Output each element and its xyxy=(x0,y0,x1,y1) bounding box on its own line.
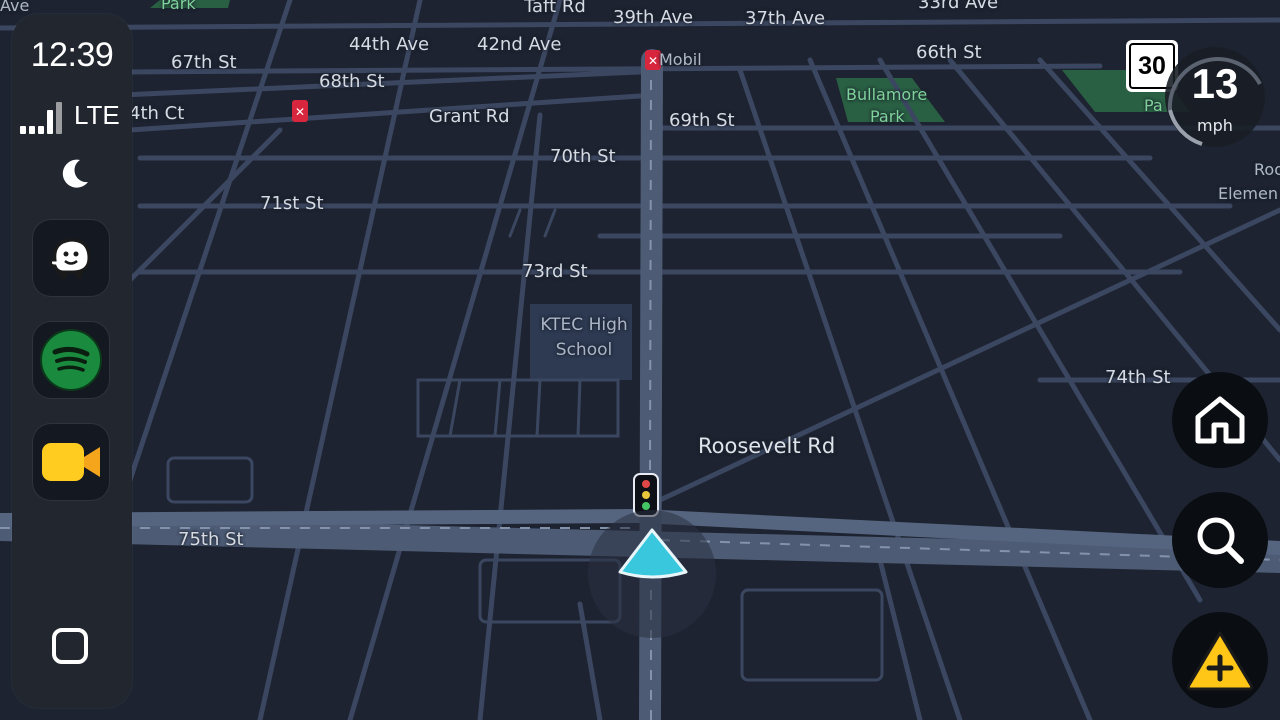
map-label: Bullamore xyxy=(846,85,928,104)
map-label: School xyxy=(555,340,613,360)
map-label: 73rd St xyxy=(522,261,588,282)
current-location-arrow-icon xyxy=(588,510,716,638)
map-label: 68th St xyxy=(319,71,385,92)
video-app-button[interactable] xyxy=(33,424,109,500)
map-label: 74th St xyxy=(1105,367,1171,388)
map-label: 4th Ct xyxy=(129,103,185,124)
map-label: Grant Rd xyxy=(429,106,510,127)
moon-icon[interactable] xyxy=(54,154,94,194)
map-label: 44th Ave xyxy=(349,34,430,55)
map-label: 69th St xyxy=(669,110,735,131)
search-button[interactable] xyxy=(1172,492,1268,588)
spotify-app-button[interactable] xyxy=(33,322,109,398)
map-label: Ave xyxy=(0,0,30,15)
map-view[interactable]: ✕ ✕ xyxy=(0,0,1280,720)
app-dock: 12:39 LTE xyxy=(12,14,132,708)
traffic-light-icon xyxy=(633,473,659,517)
school-label: KTEC High School xyxy=(536,313,632,363)
map-label: KTEC High xyxy=(540,315,628,335)
map-label: 71st St xyxy=(260,193,324,214)
map-label: 67th St xyxy=(171,52,237,73)
search-icon xyxy=(1197,517,1244,564)
map-label: Park xyxy=(870,107,905,126)
svg-text:✕: ✕ xyxy=(295,105,305,119)
map-label: Park xyxy=(161,0,196,13)
home-shortcut-button[interactable] xyxy=(1172,372,1268,468)
network-type: LTE xyxy=(74,100,120,130)
map-label: 70th St xyxy=(550,146,616,167)
map-label: 37th Ave xyxy=(745,8,826,29)
signal-strength-icon xyxy=(20,102,62,134)
map-label: 66th St xyxy=(916,42,982,63)
video-camera-icon xyxy=(42,443,100,481)
map-label: 33rd Ave xyxy=(918,0,999,13)
home-icon xyxy=(1195,396,1245,444)
map-label: Roosevelt Rd xyxy=(698,434,836,458)
clock: 12:39 xyxy=(30,36,114,74)
waze-icon xyxy=(49,238,91,279)
map-label: Elemen xyxy=(1218,184,1278,203)
current-speed: 13 xyxy=(1191,60,1239,107)
speed-unit: mph xyxy=(1197,116,1233,135)
map-label: Taft Rd xyxy=(524,0,586,17)
map-label: Mobil xyxy=(659,50,702,69)
waze-app-button[interactable] xyxy=(33,220,109,296)
map-label: Pa xyxy=(1144,96,1163,115)
map-label: 75th St xyxy=(178,529,244,550)
map-label: 39th Ave xyxy=(613,7,694,28)
spotify-icon xyxy=(40,329,102,391)
report-button[interactable] xyxy=(1172,612,1268,708)
home-button-square-icon[interactable] xyxy=(52,628,88,664)
railroad-crossing-marker: ✕ xyxy=(292,100,308,122)
map-label: 42nd Ave xyxy=(477,34,562,55)
map-label: Roo xyxy=(1254,160,1280,179)
svg-text:✕: ✕ xyxy=(648,54,658,68)
report-hazard-icon xyxy=(1186,631,1254,691)
